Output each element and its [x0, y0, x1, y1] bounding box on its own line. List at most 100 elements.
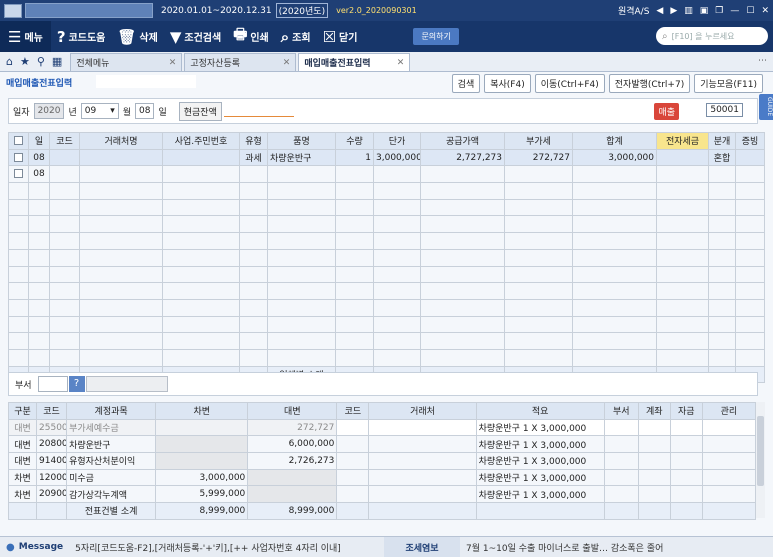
- code-help-button[interactable]: ? 코드도움: [51, 21, 112, 52]
- department-help-icon[interactable]: ?: [68, 376, 85, 392]
- row-checkbox[interactable]: [8, 165, 29, 184]
- cell-division[interactable]: 대변: [7, 452, 38, 470]
- journal-row[interactable]: 차변 12000 미수금 3,000,000 차량운반구 1 X 3,000,0…: [7, 468, 757, 487]
- empty-row[interactable]: [8, 215, 765, 234]
- cell-account[interactable]: 차량운반구: [66, 435, 157, 454]
- cell-business-number[interactable]: [162, 148, 240, 167]
- cell-management[interactable]: [701, 485, 757, 504]
- cell-summary[interactable]: 차량운반구 1 X 3,000,000: [475, 452, 605, 470]
- row-checkbox[interactable]: [8, 148, 29, 167]
- delete-button[interactable]: 🗑 삭제: [111, 21, 163, 52]
- cell-client-code[interactable]: [336, 468, 370, 487]
- cell-account[interactable]: 미수금: [66, 468, 157, 487]
- menu-button[interactable]: ☰ 메뉴: [0, 21, 51, 52]
- maximize-icon[interactable]: ☐: [746, 6, 754, 16]
- cell-quantity[interactable]: 1: [335, 148, 374, 167]
- cell-e-tax[interactable]: [656, 165, 709, 184]
- cell-account-code[interactable]: 20800: [36, 435, 68, 454]
- cell-journal[interactable]: 혼합: [708, 148, 736, 167]
- cell-department[interactable]: [603, 452, 639, 470]
- remote-support-link[interactable]: 원격A/S: [618, 4, 649, 17]
- cell-debit[interactable]: 3,000,000: [155, 468, 249, 487]
- cell-client-name[interactable]: [368, 452, 477, 470]
- forward-arrow-icon[interactable]: ▶: [670, 6, 677, 16]
- tab-close-icon[interactable]: ✕: [169, 58, 177, 68]
- cell-fund[interactable]: [669, 418, 703, 437]
- condition-search-button[interactable]: ▼ 조건검색: [164, 21, 227, 52]
- cell-code[interactable]: [49, 148, 80, 167]
- cell-credit[interactable]: 2,726,273: [247, 452, 338, 470]
- cell-summary[interactable]: 차량운반구 1 X 3,000,000: [475, 468, 605, 487]
- cell-debit[interactable]: [155, 435, 249, 454]
- cell-supply-value[interactable]: 2,727,273: [420, 148, 505, 167]
- cell-account-code[interactable]: 20900: [36, 485, 68, 504]
- e-issue-button[interactable]: 전자발행(Ctrl+7): [608, 74, 691, 93]
- cell-client-code[interactable]: [336, 435, 370, 454]
- table-row[interactable]: 08 과세 차량운반구 1 3,000,000 2,727,273 272,72…: [8, 148, 765, 167]
- cell-day[interactable]: 08: [28, 165, 50, 184]
- cell-business-number[interactable]: [162, 165, 240, 184]
- inquiry-button[interactable]: ⌕ 조회: [275, 21, 317, 52]
- cell-unit-price[interactable]: [373, 165, 421, 184]
- cell-client-name[interactable]: [368, 485, 477, 504]
- search-dropdown-button[interactable]: 검색: [451, 74, 481, 93]
- window-tile-icon[interactable]: ▣: [700, 6, 709, 16]
- cell-evidence[interactable]: [735, 148, 765, 167]
- journal-row[interactable]: 대변 25500 부가세예수금 272,727 차량운반구 1 X 3,000,…: [7, 418, 757, 437]
- cell-fund[interactable]: [669, 485, 703, 504]
- guide-tab[interactable]: GUIDE: [759, 94, 773, 120]
- cell-department[interactable]: [603, 435, 639, 454]
- cell-division[interactable]: 차변: [7, 485, 38, 504]
- functions-button[interactable]: 기능모음(F11): [694, 74, 763, 93]
- empty-row[interactable]: [8, 182, 765, 200]
- cell-type[interactable]: 과세: [239, 148, 268, 167]
- cell-credit[interactable]: [247, 485, 338, 504]
- select-all-checkbox[interactable]: [8, 132, 29, 150]
- cell-management[interactable]: [701, 435, 757, 454]
- cell-department[interactable]: [603, 485, 639, 504]
- cell-management[interactable]: [701, 468, 757, 487]
- home-icon[interactable]: ⌂: [6, 55, 13, 68]
- journal-scrollbar[interactable]: [755, 402, 765, 518]
- copy-button[interactable]: 복사(F4): [484, 74, 531, 93]
- empty-row[interactable]: [8, 348, 765, 367]
- cell-bank-account[interactable]: [637, 468, 671, 487]
- close-window-icon[interactable]: ✕: [761, 6, 769, 16]
- minimize-icon[interactable]: —: [730, 6, 739, 16]
- cell-management[interactable]: [701, 418, 757, 437]
- cell-vat[interactable]: [504, 165, 573, 184]
- cell-summary[interactable]: 차량운반구 1 X 3,000,000: [475, 418, 605, 437]
- cell-account[interactable]: 유형자산처분이익: [66, 452, 157, 470]
- cell-fund[interactable]: [669, 468, 703, 487]
- voucher-code[interactable]: 50001: [706, 103, 743, 117]
- tab-close-icon[interactable]: ✕: [397, 58, 405, 68]
- search-tab-icon[interactable]: ⚲: [37, 55, 45, 68]
- cell-vat[interactable]: 272,727: [504, 148, 573, 167]
- cell-account[interactable]: 감가상각누계액: [66, 485, 157, 504]
- back-arrow-icon[interactable]: ◀: [656, 6, 663, 16]
- journal-row[interactable]: 대변 91400 유형자산처분이익 2,726,273 차량운반구 1 X 3,…: [7, 452, 757, 470]
- cell-client-code[interactable]: [336, 485, 370, 504]
- print-button[interactable]: 🖶 인쇄: [227, 21, 275, 52]
- cell-client-name[interactable]: [368, 418, 477, 437]
- tab-fixed-asset[interactable]: 고정자산등록 ✕: [184, 53, 297, 71]
- cell-supply-value[interactable]: [420, 165, 505, 184]
- cell-management[interactable]: [701, 452, 757, 470]
- empty-row[interactable]: [8, 265, 765, 284]
- tab-close-icon[interactable]: ✕: [283, 58, 291, 68]
- cell-summary[interactable]: 차량운반구 1 X 3,000,000: [475, 435, 605, 454]
- journal-row[interactable]: 차변 20900 감가상각누계액 5,999,000 차량운반구 1 X 3,0…: [7, 485, 757, 504]
- menu-search-input[interactable]: ⌕ [F10] 을 누르세요: [656, 27, 768, 45]
- journal-row[interactable]: 대변 20800 차량운반구 6,000,000 차량운반구 1 X 3,000…: [7, 435, 757, 454]
- calendar-icon[interactable]: ▦: [52, 55, 62, 68]
- cell-summary[interactable]: 차량운반구 1 X 3,000,000: [475, 485, 605, 504]
- table-row[interactable]: 08: [8, 165, 765, 184]
- cell-client-code[interactable]: [336, 452, 370, 470]
- empty-row[interactable]: [8, 282, 765, 300]
- cash-balance-button[interactable]: 현금잔액: [178, 101, 222, 121]
- cell-fund[interactable]: [669, 435, 703, 454]
- close-button[interactable]: ☒ 닫기: [317, 21, 364, 52]
- star-icon[interactable]: ★: [20, 55, 30, 68]
- scrollbar-thumb[interactable]: [757, 416, 764, 486]
- cell-day[interactable]: 08: [28, 148, 50, 167]
